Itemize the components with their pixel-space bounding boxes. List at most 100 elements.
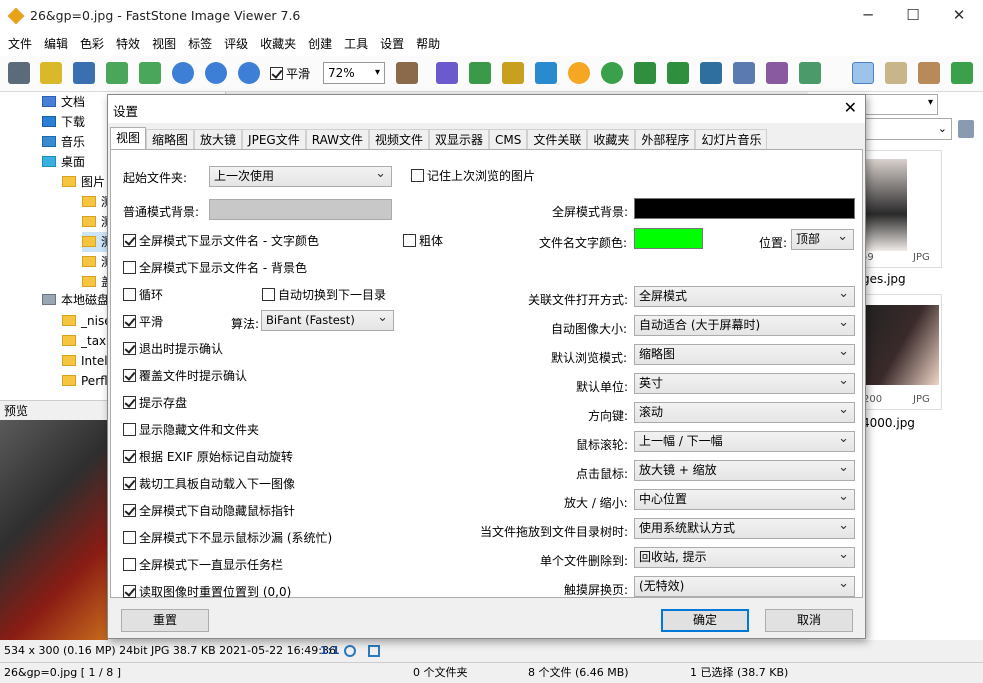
menu-tools[interactable]: 工具 bbox=[338, 32, 374, 56]
tab-view[interactable]: 视图 bbox=[110, 127, 147, 150]
brightness-icon[interactable] bbox=[568, 62, 590, 84]
zoom-select[interactable]: 72% bbox=[323, 62, 385, 84]
filename-color-swatch[interactable] bbox=[634, 228, 703, 249]
tree-item[interactable]: 文档 bbox=[42, 92, 85, 112]
tab-magnifier[interactable]: 放大镜 bbox=[194, 129, 243, 150]
crop-icon[interactable] bbox=[502, 62, 524, 84]
taskbar-checkbox[interactable]: 全屏模式下一直显示任务栏 bbox=[123, 558, 283, 572]
flip-icon[interactable] bbox=[700, 62, 722, 84]
delete-select[interactable]: 回收站, 提示 bbox=[634, 545, 855, 568]
tree-item[interactable]: 图片 bbox=[62, 172, 105, 192]
normal-bg-swatch[interactable] bbox=[209, 199, 392, 220]
tree-item[interactable]: Intel bbox=[62, 351, 108, 371]
position-select[interactable]: 顶部 bbox=[791, 227, 854, 250]
filmstrip-icon[interactable] bbox=[436, 62, 458, 84]
tab-jpeg[interactable]: JPEG文件 bbox=[242, 129, 306, 150]
actual-size-icon[interactable] bbox=[238, 62, 260, 84]
tab-slideshow-music[interactable]: 幻灯片音乐 bbox=[695, 129, 768, 150]
show-hidden-checkbox[interactable]: 显示隐藏文件和文件夹 bbox=[123, 423, 259, 437]
menu-edit[interactable]: 编辑 bbox=[38, 32, 74, 56]
menu-tags[interactable]: 标签 bbox=[182, 32, 218, 56]
hand-tool-icon[interactable] bbox=[396, 62, 418, 84]
next-arrow-icon[interactable] bbox=[139, 62, 161, 84]
cancel-button[interactable]: 取消 bbox=[765, 609, 853, 632]
zoom-select[interactable]: 中心位置 bbox=[634, 487, 855, 510]
thumbnail[interactable]: 59 JPG bbox=[858, 150, 942, 268]
smooth-checkbox[interactable]: 平滑 bbox=[123, 315, 163, 329]
remember-last-checkbox[interactable]: 记住上次浏览的图片 bbox=[411, 169, 535, 183]
redeye-icon[interactable] bbox=[601, 62, 623, 84]
start-folder-select[interactable]: 上一次使用 bbox=[209, 164, 392, 187]
hide-cursor-checkbox[interactable]: 全屏模式下自动隐藏鼠标指针 bbox=[123, 504, 295, 518]
rotate-right-icon[interactable] bbox=[667, 62, 689, 84]
show-filename-fs-checkbox[interactable]: 全屏模式下显示文件名 - 文字颜色 bbox=[123, 234, 319, 248]
camera-icon[interactable] bbox=[8, 62, 30, 84]
tab-thumbnails[interactable]: 缩略图 bbox=[146, 129, 195, 150]
default-view-select[interactable]: 缩略图 bbox=[634, 342, 855, 365]
thumbnail[interactable]: 200 JPG bbox=[858, 294, 942, 410]
tree-item[interactable]: 桌面 bbox=[42, 152, 85, 172]
color-balance-icon[interactable] bbox=[535, 62, 557, 84]
algo-select[interactable]: BiFant (Fastest) bbox=[261, 308, 394, 331]
ok-button[interactable]: 确定 bbox=[661, 609, 749, 632]
fullscreen-bg-swatch[interactable] bbox=[634, 198, 855, 219]
tab-external-programs[interactable]: 外部程序 bbox=[635, 129, 696, 150]
browser-mode-icon[interactable] bbox=[852, 62, 874, 84]
reset-pos-checkbox[interactable]: 读取图像时重置位置到 (0,0) bbox=[123, 585, 291, 599]
zoom-in-icon[interactable] bbox=[172, 62, 194, 84]
default-unit-select[interactable]: 英寸 bbox=[634, 371, 855, 394]
menu-effects[interactable]: 特效 bbox=[110, 32, 146, 56]
menu-favorites[interactable]: 收藏夹 bbox=[254, 32, 302, 56]
minimize-button[interactable]: ─ bbox=[845, 0, 891, 32]
trash-icon[interactable] bbox=[958, 120, 974, 138]
smooth-toggle[interactable]: 平滑 bbox=[270, 67, 310, 81]
crop-next-checkbox[interactable]: 裁切工具板自动载入下一图像 bbox=[123, 477, 295, 491]
bold-checkbox[interactable]: 粗体 bbox=[403, 234, 443, 248]
fullscreen-icon[interactable] bbox=[951, 62, 973, 84]
exif-rotate-checkbox[interactable]: 根据 EXIF 原始标记自动旋转 bbox=[123, 450, 293, 464]
arrow-keys-select[interactable]: 滚动 bbox=[634, 400, 855, 423]
close-icon[interactable]: ✕ bbox=[844, 98, 857, 117]
wheel-select[interactable]: 上一幅 / 下一幅 bbox=[634, 429, 855, 452]
fullscreen-small-icon[interactable] bbox=[368, 645, 380, 657]
reset-button[interactable]: 重置 bbox=[121, 609, 209, 632]
menu-color[interactable]: 色彩 bbox=[74, 32, 110, 56]
maximize-button[interactable]: ☐ bbox=[890, 0, 936, 32]
menu-settings[interactable]: 设置 bbox=[374, 32, 410, 56]
zoom-out-icon[interactable] bbox=[205, 62, 227, 84]
tree-item[interactable]: _taxl bbox=[62, 331, 110, 351]
touch-select[interactable]: (无特效) bbox=[634, 574, 855, 597]
overwrite-confirm-checkbox[interactable]: 覆盖文件时提示确认 bbox=[123, 369, 247, 383]
click-select[interactable]: 放大镜 + 缩放 bbox=[634, 458, 855, 481]
tab-raw[interactable]: RAW文件 bbox=[305, 129, 369, 150]
tree-item[interactable]: 本地磁盘 bbox=[42, 290, 109, 310]
slideshow-icon[interactable] bbox=[733, 62, 755, 84]
tab-dual-monitor[interactable]: 双显示器 bbox=[429, 129, 490, 150]
tab-video[interactable]: 视频文件 bbox=[369, 129, 430, 150]
resize-icon[interactable] bbox=[469, 62, 491, 84]
menu-create[interactable]: 创建 bbox=[302, 32, 338, 56]
auto-size-select[interactable]: 自动适合 (大于屏幕时) bbox=[634, 313, 855, 336]
tree-item[interactable]: Perfl bbox=[62, 371, 108, 391]
save-icon[interactable] bbox=[73, 62, 95, 84]
rotate-left-icon[interactable] bbox=[634, 62, 656, 84]
tree-item[interactable]: _nise bbox=[62, 311, 112, 331]
image-mode-icon[interactable] bbox=[885, 62, 907, 84]
ratio-label[interactable]: 1:1 bbox=[320, 640, 340, 662]
tab-file-assoc[interactable]: 文件关联 bbox=[527, 129, 588, 150]
loop-checkbox[interactable]: 循环 bbox=[123, 288, 163, 302]
menu-help[interactable]: 帮助 bbox=[410, 32, 446, 56]
close-window-button[interactable]: ✕ bbox=[936, 0, 982, 32]
exit-confirm-checkbox[interactable]: 退出时提示确认 bbox=[123, 342, 223, 356]
tag-icon[interactable] bbox=[799, 62, 821, 84]
tree-item[interactable]: 下载 bbox=[42, 112, 85, 132]
no-hourglass-checkbox[interactable]: 全屏模式下不显示鼠标沙漏 (系统忙) bbox=[123, 531, 332, 545]
person-icon[interactable] bbox=[918, 62, 940, 84]
fit-icon[interactable] bbox=[344, 645, 356, 657]
print-icon[interactable] bbox=[766, 62, 788, 84]
open-folder-icon[interactable] bbox=[40, 62, 62, 84]
tab-favorites[interactable]: 收藏夹 bbox=[587, 129, 636, 150]
menu-view[interactable]: 视图 bbox=[146, 32, 182, 56]
tree-item[interactable]: 音乐 bbox=[42, 132, 85, 152]
prompt-save-checkbox[interactable]: 提示存盘 bbox=[123, 396, 187, 410]
